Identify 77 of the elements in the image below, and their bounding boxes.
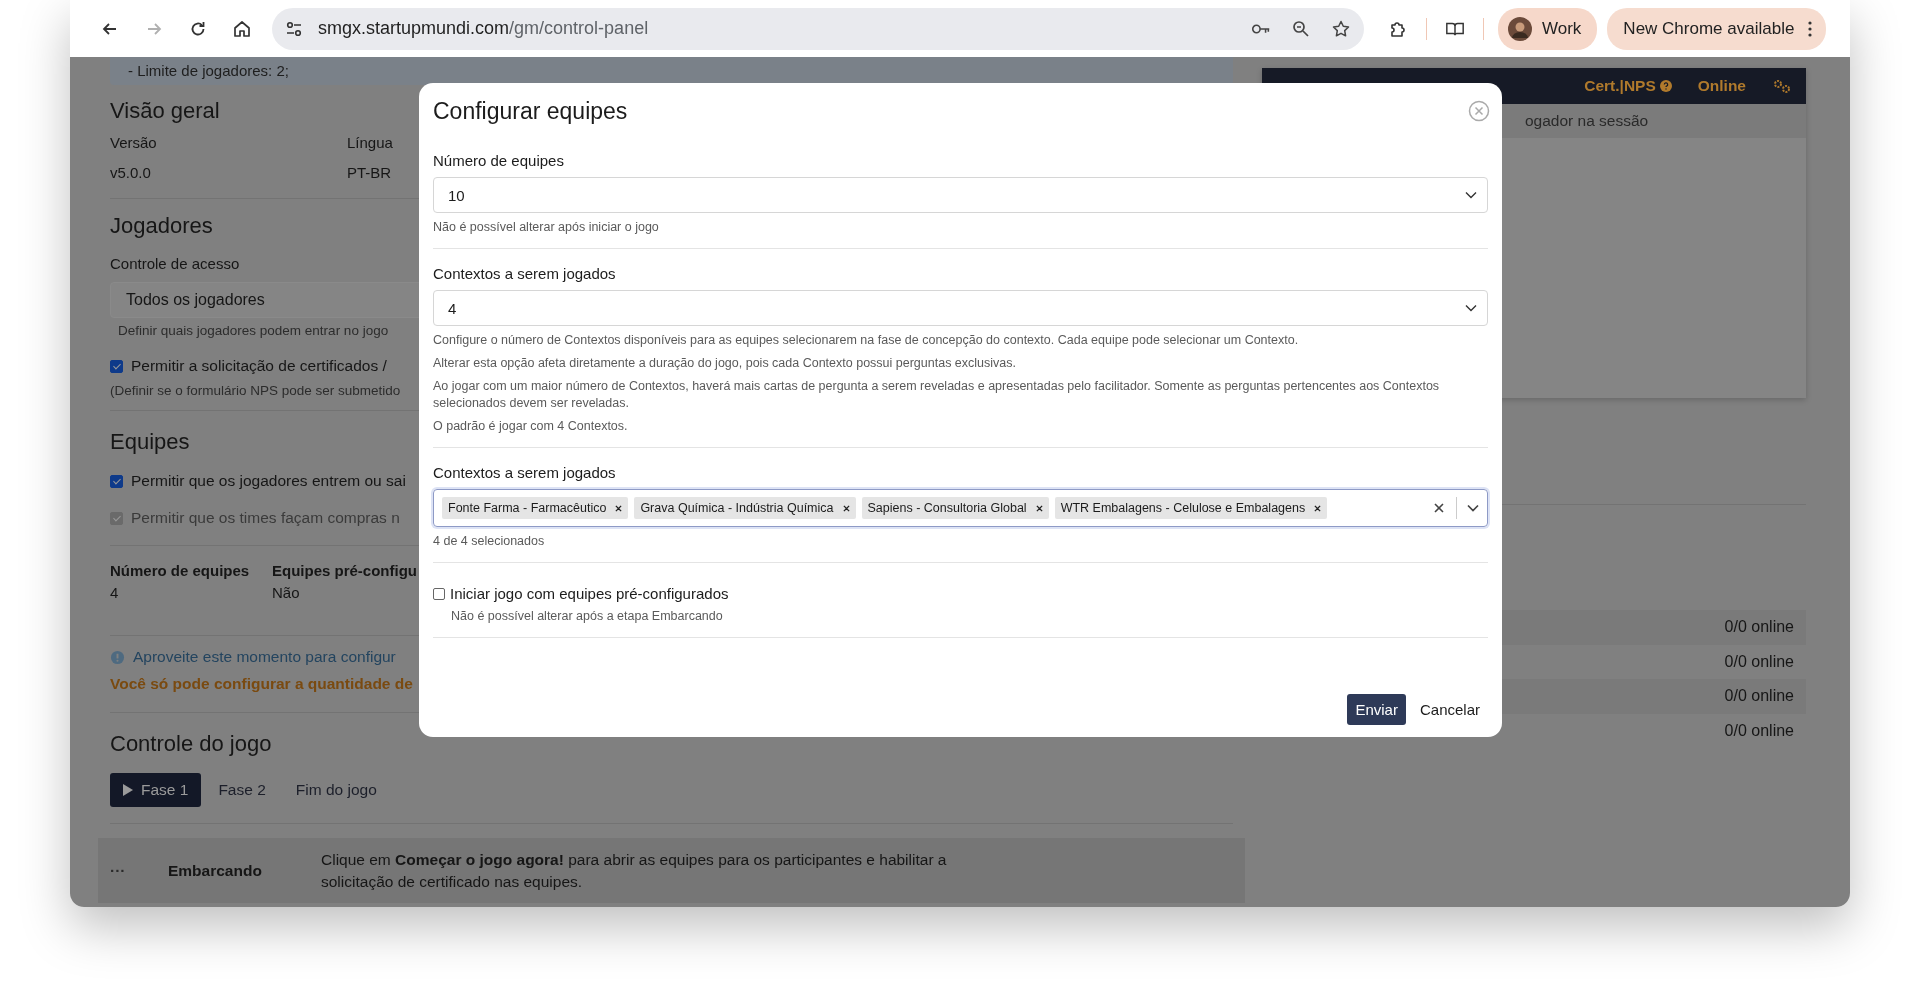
summary-label: Equipes pré-configu [272,562,418,580]
section-title: Equipes [110,429,190,455]
checkbox-label: Permitir que os times façam compras n [131,509,400,527]
summary-label: Número de equipes [110,562,251,580]
field-value: v5.0.0 [110,164,152,182]
summary-value: 4 [110,584,120,602]
warning-text: Você só pode configurar a quantidade de [110,675,413,693]
checkbox[interactable] [433,587,445,600]
help-text: Ao jogar com um maior número de Contextos, haverá mais cartas de pergunta a serem reveladas e apresentadas pelo facilitador. Somente as perguntas pertencentes aos Contextos selecionados devem ser reveladas. [433,378,1441,412]
checkbox-label: Iniciar jogo com equipes pré-configurados [450,585,729,602]
checkbox[interactable] [110,359,123,373]
field-value: PT-BR [347,164,393,182]
section-title: Jogadores [110,213,213,239]
help-text: Não é possível alterar após a etapa Embarcando [451,608,724,625]
profile-button[interactable]: Work [1498,7,1598,50]
clear-icon[interactable] [1434,503,1444,513]
address-bar[interactable]: smgx.startupmundi.com/gm/control-panel [272,7,1364,50]
field-hint: Definir quais jogadores podem entrar no jogo [118,323,389,339]
checkbox-label: Permitir a solicitação de certificados / [131,357,387,375]
home-icon[interactable] [232,18,252,39]
help-text: Configure o número de Contextos disponíveis para as equipes selecionarem na fase de concepção do contexto. Cada equipe pode selecionar um Contexto. [433,332,1300,349]
remove-icon[interactable] [842,504,850,512]
help-text: Não é possível alterar após iniciar o jogo [433,219,660,236]
selected-tag: Grava Química - Indústria Química [634,497,856,519]
session-text: ogador na sessão [1525,112,1649,130]
gears-icon[interactable] [1772,78,1792,94]
phase-tab[interactable]: Fase 1 [110,773,202,807]
online-status: 0/0 online [1724,721,1794,740]
field-label: Controle de acesso [110,255,240,273]
section-title: Visão geral [110,98,220,124]
chevron-down-icon[interactable] [1467,504,1479,512]
info-text: Aproveite este momento para configur [133,648,396,666]
dialog-title: Configurar equipes [433,97,628,125]
submit-button[interactable]: Enviar [1347,694,1406,725]
chevron-down-icon [1465,191,1477,199]
chevron-down-icon [1465,304,1477,312]
checkbox[interactable] [110,474,123,488]
remove-icon[interactable] [1035,504,1043,512]
summary-value: Não [272,584,301,602]
field-label: Contextos a serem jogados [433,464,616,481]
stage-name: Embarcando [168,861,263,880]
remove-icon[interactable] [1314,504,1322,512]
phase-tab[interactable]: Fim do jogo [282,773,390,807]
field-label: Língua [347,134,393,152]
more-icon [1808,20,1813,37]
column-header: Online [1697,77,1746,95]
help-text: 4 de 4 selecionados [433,533,546,550]
cancel-button[interactable]: Cancelar [1411,694,1488,725]
online-status: 0/0 online [1724,687,1794,706]
stage-description: Clique em Começar o jogo agora! para abrir as equipes para os participantes e habilitar a solicitação de certificado nas equipes. [321,849,948,892]
star-icon[interactable] [1330,18,1352,39]
notice-text: - Limite de jogadores: 2; [128,62,289,80]
select-field[interactable]: 4 [433,290,1488,326]
multi-select-field[interactable]: Fonte Farma - Farmacêutico Grava Química - Indústria Química Sapiens - Consultoria Global WTR Embalagens - Celulose e Embalagens [433,489,1488,527]
selected-tag: Fonte Farma - Farmacêutico [442,497,629,519]
column-header: Cert.|NPS [1584,77,1672,95]
checkbox-label: Permitir que os jogadores entrem ou sai [131,472,406,490]
online-status: 0/0 online [1724,652,1794,671]
select-field[interactable]: 10 [433,177,1488,213]
section-title: Controle do jogo [110,731,272,757]
update-button[interactable]: New Chrome available [1607,7,1827,50]
selected-tag: Sapiens - Consultoria Global [861,497,1049,519]
phase-tab[interactable]: Fase 2 [205,773,279,807]
field-label: Versão [110,134,157,152]
remove-icon[interactable] [615,504,623,512]
field-label: Número de equipes [433,152,564,169]
field-label: Contextos a serem jogados [433,265,616,282]
url-text: smgx.startupmundi.com/gm/control-panel [318,18,650,39]
help-text: Alterar esta opção afeta diretamente a duração do jogo, pois cada Contexto possui perguntas exclusivas. [433,355,1017,372]
field-hint: (Definir se o formulário NPS pode ser submetido [110,383,401,399]
play-icon [123,784,133,796]
help-icon [1659,80,1672,92]
avatar-icon [1508,16,1532,41]
online-status: 0/0 online [1724,618,1794,637]
help-text: O padrão é jogar com 4 Contextos. [433,418,629,435]
selected-tag: WTR Embalagens - Celulose e Embalagens [1054,497,1328,519]
info-icon [110,649,125,665]
